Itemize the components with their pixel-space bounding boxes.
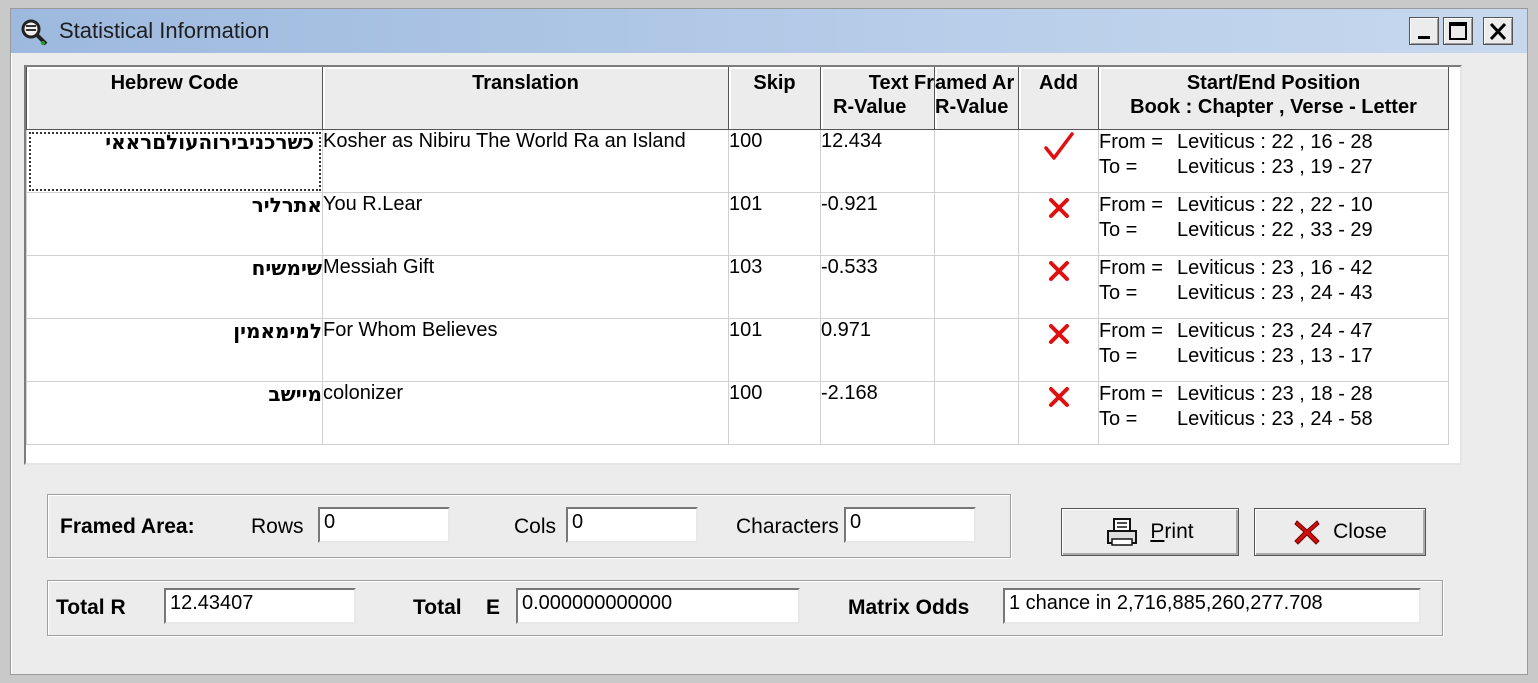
close-button-label: Close (1333, 520, 1387, 543)
cross-mark-icon (1048, 387, 1069, 407)
rows-field[interactable]: 0 (318, 507, 450, 543)
characters-field[interactable]: 0 (844, 507, 976, 543)
total-r-label: Total R (56, 596, 126, 619)
print-button[interactable]: Print (1061, 508, 1239, 556)
minimize-icon (1418, 36, 1430, 39)
cell-skip[interactable]: 103 (728, 255, 821, 319)
cell-translation[interactable]: Messiah Gift (322, 255, 729, 319)
cell-skip[interactable]: 101 (728, 192, 821, 256)
cross-mark-icon (1048, 261, 1069, 281)
cols-field[interactable]: 0 (566, 507, 698, 543)
check-mark-icon (1043, 132, 1074, 160)
cell-add-toggle[interactable] (1018, 255, 1099, 319)
close-window-button[interactable] (1483, 17, 1513, 45)
cell-add-toggle[interactable] (1018, 129, 1099, 193)
cell-add-toggle[interactable] (1018, 192, 1099, 256)
cell-add-toggle[interactable] (1018, 381, 1099, 445)
red-x-icon (1294, 520, 1320, 545)
cell-skip[interactable]: 100 (728, 129, 821, 193)
table-row[interactable]: אתרליר You R.Lear 101 -0.921 From = Leviticus… (26, 192, 1449, 256)
cell-skip[interactable]: 101 (728, 318, 821, 382)
close-button[interactable]: Close (1254, 508, 1426, 556)
cell-framed-r-value[interactable] (934, 255, 1019, 319)
maximize-icon (1449, 22, 1467, 40)
cell-position[interactable]: From = Leviticus : 23 , 18 - 28 To = Leviti… (1098, 381, 1449, 445)
cell-text-r-value[interactable]: -2.168 (820, 381, 935, 445)
cell-position[interactable]: From = Leviticus : 23 , 24 - 47 To = Leviti… (1098, 318, 1449, 382)
position-from: From = Leviticus : 23 , 16 - 42 (1099, 257, 1373, 279)
cell-hebrew-code[interactable]: אתרליר (26, 192, 323, 256)
cell-text-r-value[interactable]: 12.434 (820, 129, 935, 193)
cell-framed-r-value[interactable] (934, 381, 1019, 445)
col-header-skip[interactable]: Skip (728, 67, 821, 130)
matrix-odds-label: Matrix Odds (848, 596, 970, 619)
window-title: Statistical Information (59, 18, 270, 43)
col-header-translation[interactable]: Translation (322, 67, 729, 130)
table-row[interactable]: מיישב colonizer 100 -2.168 From = Leviticus :… (26, 381, 1449, 445)
framed-area-label: Framed Area: (60, 515, 195, 538)
total-e-letter: E (486, 596, 501, 619)
framed-area-group: Framed Area: Rows 0 Cols 0 Characters 0 (47, 494, 1011, 558)
col-header-hebrew-code[interactable]: Hebrew Code (26, 67, 323, 130)
cell-text-r-value[interactable]: 0.971 (820, 318, 935, 382)
table-row[interactable]: למימאמין For Whom Believes 101 0.971 From = L… (26, 318, 1449, 382)
cell-position[interactable]: From = Leviticus : 22 , 22 - 10 To = Leviti… (1098, 192, 1449, 256)
col-header-text-r-value[interactable]: Text Fr R-Value (820, 67, 935, 130)
lower-panel: Framed Area: Rows 0 Cols 0 Characters 0 … (34, 476, 1456, 656)
position-from: From = Leviticus : 22 , 16 - 28 (1099, 131, 1373, 153)
cross-mark-icon (1048, 198, 1069, 218)
position-from: From = Leviticus : 23 , 18 - 28 (1099, 383, 1373, 405)
matrix-odds-field[interactable]: 1 chance in 2,716,885,260,277.708 (1003, 588, 1421, 624)
statistical-information-window: Statistical Information Hebrew Code Tran… (10, 8, 1528, 675)
cell-framed-r-value[interactable] (934, 318, 1019, 382)
magnifier-app-icon (21, 19, 48, 46)
cell-position[interactable]: From = Leviticus : 22 , 16 - 28 To = Leviti… (1098, 129, 1449, 193)
cell-translation[interactable]: Kosher as Nibiru The World Ra an Island (322, 129, 729, 193)
col-header-position[interactable]: Start/End Position Book : Chapter , Vers… (1098, 67, 1449, 130)
cell-position[interactable]: From = Leviticus : 23 , 16 - 42 To = Leviti… (1098, 255, 1449, 319)
cell-skip[interactable]: 100 (728, 381, 821, 445)
col-header-add[interactable]: Add (1018, 67, 1099, 130)
cell-text-r-value[interactable]: -0.533 (820, 255, 935, 319)
cross-mark-icon (1048, 324, 1069, 344)
cell-translation[interactable]: You R.Lear (322, 192, 729, 256)
cell-hebrew-code[interactable]: שימשיח (26, 255, 323, 319)
characters-label: Characters (736, 515, 839, 538)
cell-translation[interactable]: colonizer (322, 381, 729, 445)
table-row[interactable]: שימשיח Messiah Gift 103 -0.533 From = Levitic… (26, 255, 1449, 319)
position-from: From = Leviticus : 22 , 22 - 10 (1099, 194, 1373, 216)
grid-header-row: Hebrew Code Translation Skip Text Fr R-V… (26, 67, 1449, 130)
total-r-field[interactable]: 12.43407 (164, 588, 356, 624)
totals-group: Total R 12.43407 Total E 0.000000000000 … (47, 580, 1443, 636)
table-row[interactable]: כשרכניבירוהעולםראאי Kosher as Nibiru The … (26, 129, 1449, 193)
rows-label: Rows (251, 515, 304, 538)
cell-hebrew-code[interactable]: למימאמין (26, 318, 323, 382)
position-to: To = Leviticus : 23 , 24 - 43 (1099, 282, 1373, 304)
position-to: To = Leviticus : 23 , 19 - 27 (1099, 156, 1373, 178)
maximize-button[interactable] (1443, 17, 1473, 45)
col-header-framed-r-value[interactable]: amed Ar R-Value (934, 67, 1019, 130)
position-to: To = Leviticus : 22 , 33 - 29 (1099, 219, 1373, 241)
cell-framed-r-value[interactable] (934, 129, 1019, 193)
minimize-button[interactable] (1409, 17, 1439, 45)
print-button-label: Print (1150, 520, 1194, 543)
cell-framed-r-value[interactable] (934, 192, 1019, 256)
cols-label: Cols (514, 515, 557, 538)
cell-hebrew-code[interactable]: כשרכניבירוהעולםראאי (26, 129, 323, 193)
cell-add-toggle[interactable] (1018, 318, 1099, 382)
title-bar[interactable]: Statistical Information (11, 9, 1527, 53)
printer-icon (1107, 518, 1138, 546)
position-to: To = Leviticus : 23 , 24 - 58 (1099, 408, 1373, 430)
cell-text-r-value[interactable]: -0.921 (820, 192, 935, 256)
cell-translation[interactable]: For Whom Believes (322, 318, 729, 382)
total-e-label: Total (413, 596, 462, 619)
position-to: To = Leviticus : 23 , 13 - 17 (1099, 345, 1373, 367)
close-icon (1489, 22, 1507, 41)
results-table: Hebrew Code Translation Skip Text Fr R-V… (26, 67, 1449, 445)
cell-hebrew-code[interactable]: מיישב (26, 381, 323, 445)
results-grid[interactable]: Hebrew Code Translation Skip Text Fr R-V… (24, 65, 1462, 465)
position-from: From = Leviticus : 23 , 24 - 47 (1099, 320, 1373, 342)
total-e-field[interactable]: 0.000000000000 (516, 588, 800, 624)
